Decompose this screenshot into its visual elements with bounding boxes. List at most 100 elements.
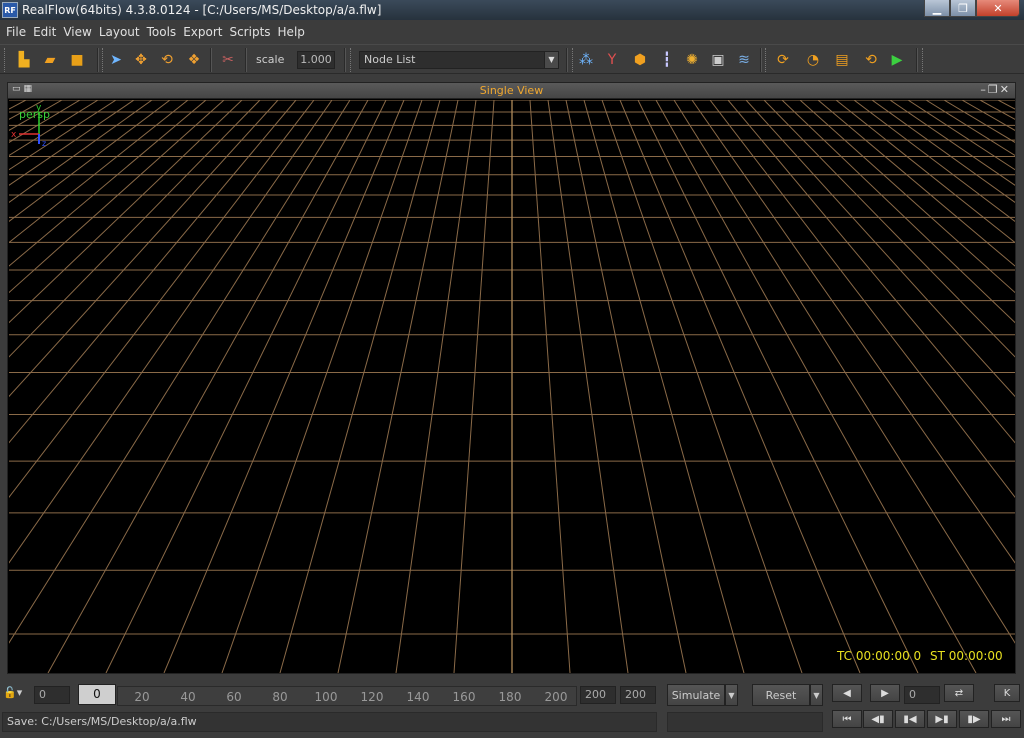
menu-layout[interactable]: Layout	[99, 25, 140, 39]
constraints-icon[interactable]: ┇	[657, 50, 677, 70]
reset-dropdown-icon[interactable]: ▼	[810, 684, 823, 706]
menu-tools[interactable]: Tools	[147, 25, 177, 39]
minimize-button[interactable]: ▁	[924, 0, 950, 17]
restore-button[interactable]: ❐	[950, 0, 976, 17]
tick-label: 160	[452, 690, 476, 704]
grid-line	[221, 100, 423, 673]
menu-file[interactable]: File	[6, 25, 26, 39]
tick-label: 100	[314, 690, 338, 704]
grid-line	[853, 100, 1015, 223]
simulate-button[interactable]: Simulate	[667, 684, 725, 706]
grid-line	[279, 100, 441, 673]
status-bar: Save: C:/Users/MS/Desktop/a/a.flw ⏮ ◀▮ ▮…	[0, 710, 1024, 738]
toolbar-separator	[210, 48, 212, 72]
timecode-readout: TC 00:00:00 0	[837, 649, 922, 663]
timeline-bar: 🔓▾ 0 0 20 40 60 80 100 120 140 160 180 2…	[0, 682, 1024, 708]
rotate-icon[interactable]: ⟲	[157, 50, 177, 70]
pdc-export-icon[interactable]: ⟲	[861, 50, 881, 70]
grid-line	[529, 100, 571, 673]
step-forward-icon[interactable]: ▮▶	[959, 710, 989, 728]
axis-z-label: z	[42, 139, 46, 146]
toolbar-grip[interactable]	[765, 48, 769, 72]
close-button[interactable]: ✕	[976, 0, 1020, 17]
grid-line	[337, 100, 459, 673]
go-to-end-icon[interactable]: ⏭	[991, 710, 1021, 728]
window-controls: ▁ ❐ ✕	[924, 0, 1020, 17]
toolbar-separator	[566, 48, 568, 72]
move-icon[interactable]: ✥	[131, 50, 151, 70]
status-message: Save: C:/Users/MS/Desktop/a/a.flw	[2, 712, 657, 732]
view-window-controls-icon[interactable]: –❐✕	[980, 83, 1011, 96]
sim-time-readout: ST 00:00:00	[930, 649, 1003, 663]
grid-line	[799, 100, 1015, 294]
step-back-icon[interactable]: ◀▮	[863, 710, 893, 728]
preview-icon[interactable]: ◔	[803, 50, 823, 70]
end-frame-input[interactable]: 200	[580, 686, 616, 704]
realflow-logo-icon: RF	[2, 2, 18, 18]
grid-line	[9, 100, 351, 644]
menu-scripts[interactable]: Scripts	[229, 25, 270, 39]
main-toolbar: ▙ ▰ ■ ➤ ✥ ⟲ ❖ ✂ scale 1.000 Node List ▼ …	[0, 44, 1024, 74]
emitters-icon[interactable]: ⁂	[576, 50, 596, 70]
save-icon[interactable]: ■	[67, 50, 87, 70]
current-frame-input[interactable]: 0	[78, 684, 116, 705]
menu-export[interactable]: Export	[183, 25, 222, 39]
objects-icon[interactable]: ⬢	[630, 50, 650, 70]
play-green-icon[interactable]: ▶	[887, 50, 907, 70]
simulate-dropdown-icon[interactable]: ▼	[725, 684, 738, 706]
toolbar-grip[interactable]	[4, 48, 8, 72]
grid-line	[979, 100, 1015, 120]
new-scene-icon[interactable]: ▙	[14, 50, 34, 70]
daemons-icon[interactable]: Y	[602, 50, 622, 70]
grid-line	[395, 100, 477, 673]
node-list-dropdown[interactable]: Node List ▼	[359, 51, 559, 69]
toolbar-separator	[245, 48, 247, 72]
open-folder-icon[interactable]: ▰	[40, 50, 60, 70]
tick-label: 80	[272, 690, 288, 704]
scale-tool-icon[interactable]: ❖	[184, 50, 204, 70]
grid-line	[835, 100, 1015, 244]
grid-line	[105, 100, 387, 673]
select-arrow-icon[interactable]: ➤	[106, 50, 126, 70]
waves-icon[interactable]: ≋	[734, 50, 754, 70]
link-tool-icon[interactable]: ✂	[218, 50, 238, 70]
play-backward-icon[interactable]: ◀	[832, 684, 862, 702]
grid-line	[889, 100, 1015, 186]
toolbar-separator	[344, 48, 346, 72]
node-list-value: Node List	[364, 53, 416, 66]
frame-input[interactable]: 0	[904, 686, 940, 704]
grid-line	[9, 100, 99, 157]
scale-input[interactable]: 1.000	[297, 51, 335, 69]
previous-frame-icon[interactable]: ▮◀	[895, 710, 925, 728]
grid-line	[9, 100, 279, 398]
play-forward-icon[interactable]: ▶	[870, 684, 900, 702]
go-to-start-icon[interactable]: ⏮	[832, 710, 862, 728]
menu-view[interactable]: View	[63, 25, 91, 39]
start-frame-input[interactable]: 0	[34, 686, 70, 704]
menu-edit[interactable]: Edit	[33, 25, 56, 39]
reset-button[interactable]: Reset	[752, 684, 810, 706]
grid-line	[925, 100, 1015, 157]
camera-icon[interactable]: ▣	[708, 50, 728, 70]
simulate-export-icon[interactable]: ⟳	[773, 50, 793, 70]
lock-icon[interactable]: 🔓▾	[3, 686, 29, 704]
toolbar-grip[interactable]	[922, 48, 926, 72]
max-frame-input[interactable]: 200	[620, 686, 656, 704]
loop-icon[interactable]: ⇄	[944, 684, 974, 702]
grid-line	[601, 100, 803, 673]
menu-bar: File Edit View Layout Tools Export Scrip…	[0, 23, 1024, 41]
grid-line	[9, 100, 261, 358]
axis-gizmo: y x z	[11, 103, 46, 146]
chevron-down-icon[interactable]: ▼	[544, 52, 558, 68]
view-header: ▭▦ Single View –❐✕	[8, 83, 1015, 99]
meshes-icon[interactable]: ✺	[682, 50, 702, 70]
key-button[interactable]: K	[994, 684, 1020, 702]
age-export-icon[interactable]: ▤	[832, 50, 852, 70]
3d-viewport[interactable]: persp y x z TC 00:00:00 0 ST 00:00:00	[9, 100, 1015, 673]
menu-help[interactable]: Help	[278, 25, 305, 39]
toolbar-grip[interactable]	[350, 48, 354, 72]
next-frame-icon[interactable]: ▶▮	[927, 710, 957, 728]
perspective-grid	[9, 100, 1015, 673]
toolbar-separator	[916, 48, 918, 72]
timeline-ruler[interactable]: 20 40 60 80 100 120 140 160 180 200	[117, 686, 577, 706]
